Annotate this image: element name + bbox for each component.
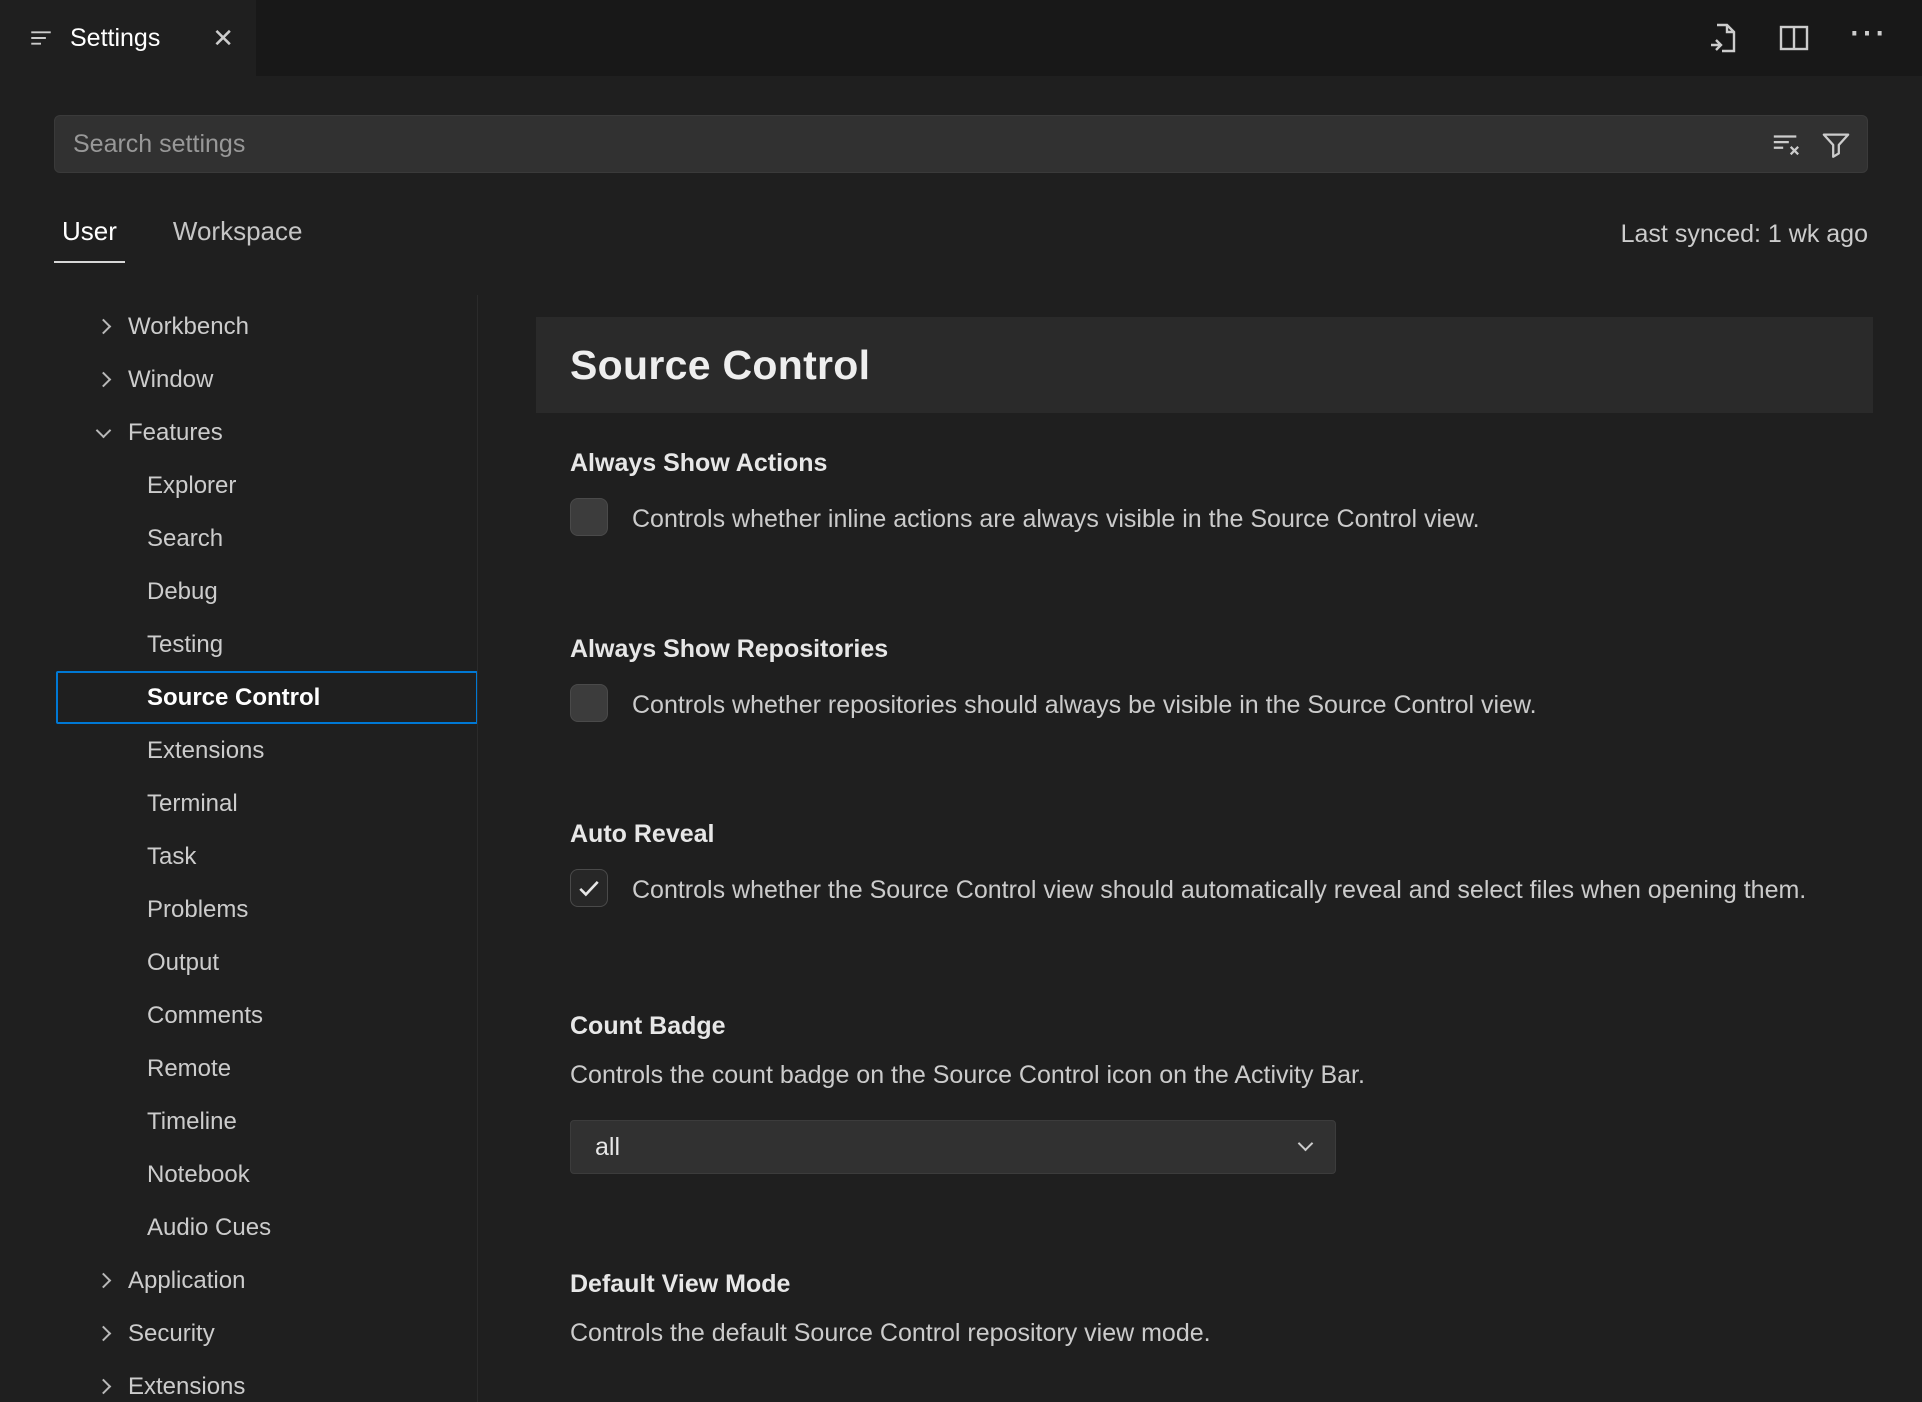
sidebar-item-label: Problems	[147, 895, 249, 923]
chevron-down-icon	[95, 422, 112, 438]
search-bar-icons	[1771, 129, 1851, 159]
sidebar-item-task[interactable]: Task	[0, 830, 477, 883]
sidebar-item-debug[interactable]: Debug	[0, 565, 477, 618]
last-synced-label: Last synced: 1 wk ago	[1620, 219, 1868, 248]
setting-description: Controls whether the Source Control view…	[632, 876, 1807, 904]
sidebar-item-label: Remote	[147, 1054, 232, 1082]
sidebar-item-extensions-root[interactable]: Extensions	[0, 1360, 477, 1402]
setting-always-show-actions: Always Show Actions Controls whether inl…	[570, 449, 1852, 539]
setting-body: Controls whether repositories should alw…	[570, 683, 1852, 725]
sidebar-item-window[interactable]: Window	[0, 353, 477, 406]
setting-title: Count Badge	[570, 1011, 726, 1040]
sidebar-item-label: Task	[147, 842, 197, 870]
sidebar-item-label: Timeline	[147, 1107, 237, 1135]
checkbox-checked[interactable]	[570, 869, 608, 907]
chevron-right-icon	[95, 318, 112, 335]
sidebar-item-comments[interactable]: Comments	[0, 989, 477, 1042]
sidebar-item-label: Security	[128, 1319, 215, 1347]
search-input[interactable]	[73, 129, 1771, 159]
sidebar-item-application[interactable]: Application	[0, 1254, 477, 1307]
tab-user[interactable]: User	[54, 206, 125, 263]
sidebar-item-label: Audio Cues	[147, 1213, 272, 1241]
page-title: Source Control	[570, 341, 871, 388]
sidebar-item-label: Notebook	[147, 1160, 250, 1188]
chevron-right-icon	[95, 1325, 112, 1342]
sidebar-item-timeline[interactable]: Timeline	[0, 1095, 477, 1148]
sidebar-item-extensions[interactable]: Extensions	[0, 724, 477, 777]
setting-default-view-mode: Default View Mode Controls the default S…	[570, 1270, 1852, 1353]
editor-tab-bar: Settings ✕ ⋯	[0, 0, 1922, 76]
sidebar-item-search[interactable]: Search	[0, 512, 477, 565]
sidebar-item-source-control[interactable]: Source Control	[56, 671, 477, 724]
setting-title: Always Show Actions	[570, 449, 828, 477]
tab-workspace[interactable]: Workspace	[165, 206, 311, 263]
setting-description: Controls whether inline actions are alwa…	[632, 505, 1480, 533]
sidebar-item-label: Window	[128, 365, 214, 393]
settings-scope-row: User Workspace Last synced: 1 wk ago	[54, 173, 1868, 295]
setting-body: Controls whether the Source Control view…	[570, 869, 1852, 910]
settings-pane: Source Control Always Show Actions Contr…	[478, 295, 1922, 1402]
sidebar-item-testing[interactable]: Testing	[0, 618, 477, 671]
sidebar-item-label: Terminal	[147, 789, 238, 817]
sidebar-item-label: Features	[128, 418, 223, 446]
setting-title: Always Show Repositories	[570, 634, 889, 663]
sidebar-item-label: Comments	[147, 1001, 264, 1029]
sidebar-item-workbench[interactable]: Workbench	[0, 300, 477, 353]
settings-editor-icon	[28, 25, 54, 51]
sidebar-item-label: Application	[128, 1266, 246, 1294]
sidebar-item-notebook[interactable]: Notebook	[0, 1148, 477, 1201]
settings-search-bar	[54, 115, 1868, 173]
sidebar-item-audio-cues[interactable]: Audio Cues	[0, 1201, 477, 1254]
open-settings-json-icon[interactable]	[1708, 22, 1740, 54]
split-editor-icon[interactable]	[1778, 22, 1810, 54]
sidebar-item-terminal[interactable]: Terminal	[0, 777, 477, 830]
tab-title: Settings	[70, 23, 161, 52]
setting-always-show-repositories: Always Show Repositories Controls whethe…	[570, 635, 1852, 725]
chevron-right-icon	[95, 1272, 112, 1289]
sidebar-item-problems[interactable]: Problems	[0, 883, 477, 936]
settings-tab[interactable]: Settings ✕	[0, 0, 256, 76]
setting-body: Controls whether inline actions are alwa…	[570, 498, 1852, 539]
setting-auto-reveal: Auto Reveal Controls whether the Source …	[570, 820, 1852, 910]
settings-content: Workbench Window Features Explorer Searc…	[0, 295, 1922, 1402]
setting-description: Controls whether repositories should alw…	[632, 690, 1537, 719]
setting-title: Default View Mode	[570, 1270, 791, 1298]
sidebar-item-label: Workbench	[128, 312, 249, 340]
sidebar-item-label: Search	[147, 524, 224, 552]
filter-icon[interactable]	[1821, 129, 1851, 159]
checkbox-unchecked[interactable]	[570, 498, 608, 536]
sidebar-item-label: Debug	[147, 577, 218, 605]
setting-count-badge: Count Badge Controls the count badge on …	[570, 1011, 1852, 1174]
setting-description: Controls the count badge on the Source C…	[570, 1060, 1365, 1089]
settings-tree: Workbench Window Features Explorer Searc…	[0, 295, 478, 1402]
setting-description: Controls the default Source Control repo…	[570, 1319, 1211, 1347]
sidebar-item-label: Extensions	[147, 736, 265, 764]
sidebar-item-label: Testing	[147, 630, 224, 658]
section-header: Source Control	[536, 317, 1873, 413]
sidebar-item-features[interactable]: Features	[0, 406, 477, 459]
titlebar-actions: ⋯	[1708, 0, 1922, 76]
sidebar-item-security[interactable]: Security	[0, 1307, 477, 1360]
setting-title: Auto Reveal	[570, 820, 715, 848]
clear-search-icon[interactable]	[1771, 129, 1801, 159]
chevron-right-icon	[95, 371, 112, 388]
sidebar-item-label: Source Control	[147, 683, 321, 711]
sidebar-item-label: Extensions	[128, 1372, 246, 1400]
close-tab-icon[interactable]: ✕	[212, 25, 234, 51]
sidebar-item-label: Explorer	[147, 471, 237, 499]
chevron-right-icon	[95, 1378, 112, 1395]
chevron-down-icon	[1297, 1135, 1314, 1152]
sidebar-item-remote[interactable]: Remote	[0, 1042, 477, 1095]
sidebar-item-label: Output	[147, 948, 220, 976]
sidebar-item-explorer[interactable]: Explorer	[0, 459, 477, 512]
count-badge-select[interactable]: all	[570, 1120, 1336, 1174]
more-actions-icon[interactable]: ⋯	[1848, 14, 1886, 53]
settings-list: Always Show Actions Controls whether inl…	[570, 449, 1852, 1353]
select-value: all	[595, 1132, 621, 1161]
sidebar-item-output[interactable]: Output	[0, 936, 477, 989]
checkbox-unchecked[interactable]	[570, 683, 608, 722]
